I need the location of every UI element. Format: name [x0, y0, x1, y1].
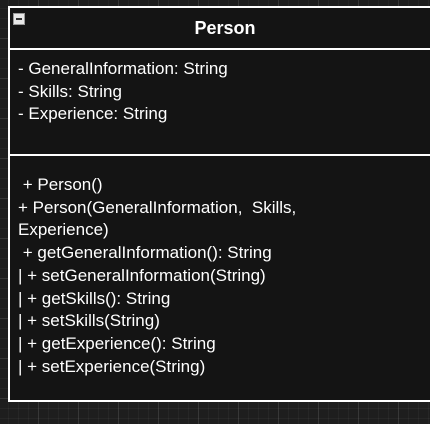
- class-name-text: Person: [194, 18, 256, 38]
- uml-class-person[interactable]: Person - GeneralInformation: String - Sk…: [8, 6, 430, 402]
- attributes-compartment[interactable]: - GeneralInformation: String - Skills: S…: [18, 58, 228, 126]
- operations-compartment[interactable]: + Person() + Person(GeneralInformation, …: [18, 174, 348, 378]
- operation-item: | + setExperience(String): [18, 356, 206, 376]
- attributes-divider: [10, 154, 430, 156]
- operation-item: | + getExperience(): String: [18, 333, 216, 353]
- operation-item: | + setGeneralInformation(String): [18, 265, 266, 285]
- operation-item: + Person(): [18, 175, 103, 194]
- operation-item: Experience): [18, 220, 109, 240]
- operation-item: + Person(GeneralInformation, Skills,: [18, 197, 297, 217]
- operation-item: + getGeneralInformation(): String: [18, 243, 272, 263]
- class-name: Person: [10, 8, 430, 48]
- operation-item: | + getSkills(): String: [18, 288, 171, 308]
- attribute-item: - Skills: String: [18, 81, 122, 101]
- attribute-item: - GeneralInformation: String: [18, 59, 228, 78]
- operation-item: | + setSkills(String): [18, 311, 160, 331]
- title-divider: [10, 48, 430, 50]
- attribute-item: - Experience: String: [18, 104, 168, 123]
